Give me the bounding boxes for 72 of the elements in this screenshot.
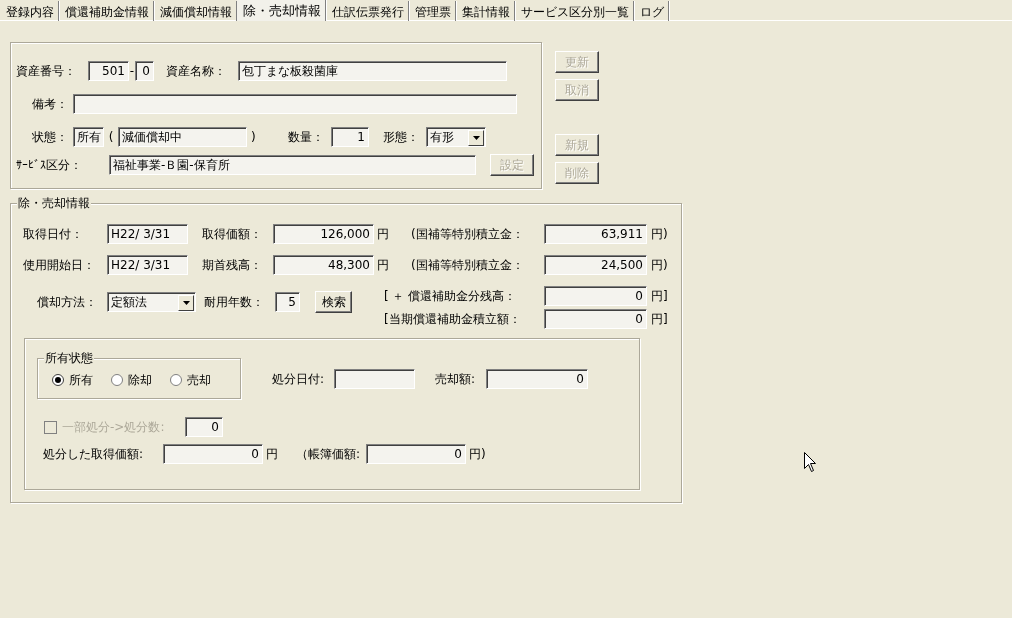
unit-label: 円]	[651, 311, 668, 328]
field-label: [当期償還補助金積立額：	[384, 311, 522, 328]
text-field[interactable]: 0	[544, 309, 647, 329]
text-field[interactable]: 24,500	[544, 255, 647, 275]
text-field[interactable]	[73, 94, 517, 114]
text-field[interactable]: 0	[366, 444, 466, 464]
text-field[interactable]	[334, 369, 415, 389]
text-field[interactable]: 所有	[73, 127, 104, 147]
field-label: 数量：	[288, 129, 325, 146]
radio-button[interactable]: 所有	[52, 371, 93, 389]
tab[interactable]: サービス区分別一覧	[515, 1, 634, 21]
tab[interactable]: 管理票	[409, 1, 456, 21]
field-label: 売却額:	[435, 371, 477, 388]
text-field[interactable]: 福祉事業-Ｂ園-保育所	[109, 155, 476, 175]
text-field[interactable]: 501	[88, 61, 129, 81]
field-label: 取得価額：	[202, 226, 263, 243]
field-label: 形態：	[383, 129, 420, 146]
unit-label: 円	[377, 226, 390, 243]
tab[interactable]: 除・売却情報	[237, 0, 326, 21]
text-field[interactable]: 0	[135, 61, 154, 81]
caret-icon	[472, 135, 480, 140]
tab[interactable]: 仕訳伝票発行	[326, 1, 409, 21]
field-label: [ ＋ 償還補助金分残高：	[384, 288, 518, 305]
field-label: ｻｰﾋﾞｽ区分：	[16, 157, 83, 174]
field-label: -	[129, 63, 135, 80]
field-label: 使用開始日：	[23, 257, 96, 274]
group-title: 除・売却情報	[17, 196, 91, 210]
radio-button[interactable]: 売却	[170, 371, 211, 389]
field-label: 状態：	[32, 129, 69, 146]
field-label: 耐用年数：	[204, 294, 265, 311]
field-label: (国補等特別積立金：	[411, 226, 525, 243]
unit-label: 円)	[469, 446, 486, 463]
unit-label: 円]	[651, 288, 668, 305]
tab[interactable]: 集計情報	[456, 1, 515, 21]
text-field[interactable]: 48,300	[273, 255, 374, 275]
text-field[interactable]: 126,000	[273, 224, 374, 244]
field-label: )	[251, 129, 257, 146]
field-label: 処分した取得価額:	[43, 446, 145, 463]
unit-label: 円)	[651, 257, 668, 274]
field-label: 処分日付:	[272, 371, 326, 388]
text-field[interactable]: 0	[486, 369, 588, 389]
unit-label: 円)	[651, 226, 668, 243]
field-label: 資産番号：	[16, 63, 77, 80]
text-field[interactable]: 0	[544, 286, 647, 306]
field-label: 取得日付：	[23, 226, 84, 243]
field-label: （帳簿価額:	[296, 446, 362, 463]
text-field[interactable]: 1	[331, 127, 369, 147]
field-label: 資産名称：	[166, 63, 227, 80]
text-field[interactable]: H22/ 3/31	[107, 224, 188, 244]
caret-icon	[182, 300, 190, 305]
field-label: (国補等特別積立金：	[411, 257, 525, 274]
radio-button[interactable]: 除却	[111, 371, 152, 389]
text-field[interactable]: 0	[163, 444, 263, 464]
dropdown[interactable]: 有形	[426, 127, 486, 147]
text-field[interactable]: H22/ 3/31	[107, 255, 188, 275]
field-label: 備考：	[32, 96, 69, 113]
dropdown[interactable]: 定額法	[107, 292, 196, 312]
tab[interactable]: 償還補助金情報	[59, 1, 154, 21]
text-field[interactable]: 5	[275, 292, 300, 312]
search-button[interactable]: 検索	[315, 291, 352, 313]
text-field[interactable]: 包丁まな板殺菌庫	[238, 61, 507, 81]
tab[interactable]: ログ	[634, 1, 669, 21]
text-field[interactable]: 減価償却中	[118, 127, 247, 147]
unit-label: 円	[377, 257, 390, 274]
field-label: (	[107, 129, 115, 146]
text-field[interactable]: 63,911	[544, 224, 647, 244]
unit-label: 円	[266, 446, 279, 463]
mouse-pointer-icon	[804, 452, 816, 472]
tab[interactable]: 登録内容	[0, 1, 59, 21]
field-label: 期首残高：	[202, 257, 263, 274]
field-label: 償却方法：	[37, 294, 98, 311]
group-title: 所有状態	[44, 351, 94, 365]
